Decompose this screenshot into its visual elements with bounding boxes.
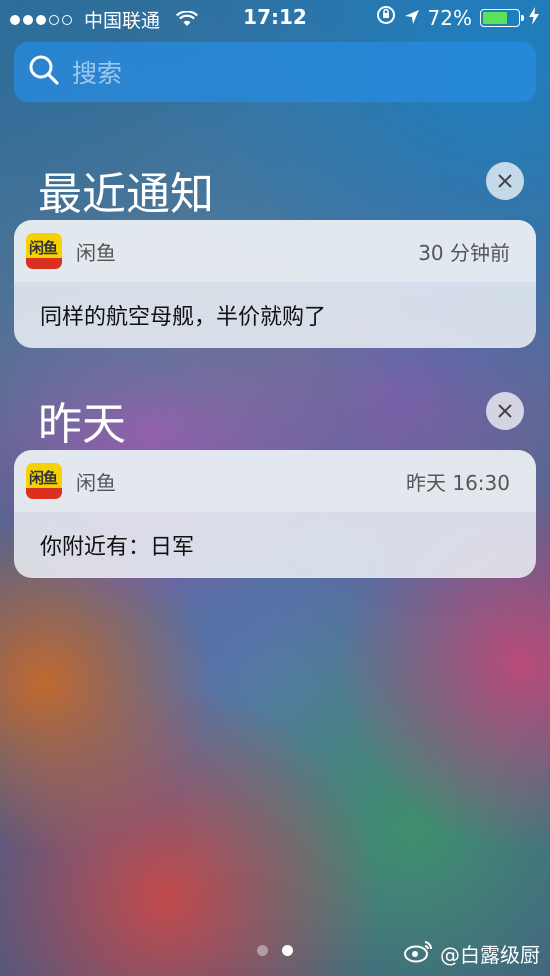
notification-app-name: 闲鱼 [76, 240, 116, 265]
clear-yesterday-button[interactable] [486, 392, 524, 430]
battery-icon [480, 8, 524, 27]
weibo-logo-icon [404, 939, 434, 968]
status-bar: 中国联通 17:12 72% [0, 0, 550, 36]
close-icon [498, 404, 512, 418]
notification-time: 昨天 16:30 [406, 470, 510, 495]
search-bar[interactable]: 搜索 [14, 42, 536, 102]
battery-percent: 72% [427, 5, 472, 30]
rotation-lock-icon [376, 5, 396, 30]
notification-message: 同样的航空母舰，半价就购了 [40, 305, 327, 330]
page-dot-active[interactable] [282, 945, 293, 956]
clear-recent-button[interactable] [486, 162, 524, 200]
xianyu-app-icon: 闲鱼 [26, 463, 62, 499]
notification-app-name: 闲鱼 [76, 470, 116, 495]
watermark-text: @白露级厨 [440, 943, 540, 967]
search-icon [28, 54, 60, 90]
xianyu-app-icon: 闲鱼 [26, 233, 62, 269]
section-title-recent: 最近通知 [38, 169, 214, 220]
watermark: @白露级厨 [404, 939, 540, 968]
notification-card[interactable]: 闲鱼 闲鱼 30 分钟前 同样的航空母舰，半价就购了 [14, 220, 536, 348]
search-placeholder: 搜索 [72, 59, 123, 88]
charging-bolt-icon [528, 6, 540, 30]
page-dot[interactable] [257, 945, 268, 956]
location-arrow-icon [404, 6, 420, 30]
section-title-yesterday: 昨天 [38, 399, 126, 450]
notification-time: 30 分钟前 [418, 240, 510, 265]
notification-card[interactable]: 闲鱼 闲鱼 昨天 16:30 你附近有：日军 [14, 450, 536, 578]
close-icon [498, 174, 512, 188]
notification-message: 你附近有：日军 [40, 535, 195, 560]
